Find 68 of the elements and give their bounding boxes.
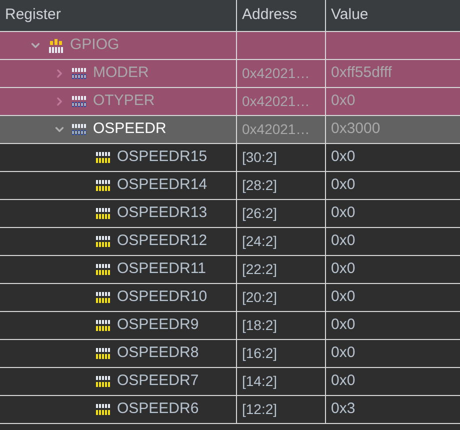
address-cell-text: [28:2] xyxy=(242,176,278,195)
register-row[interactable]: OSPEEDR11 [22:2] 0x0 xyxy=(0,256,460,284)
register-name: OSPEEDR15 xyxy=(117,147,208,168)
register-row[interactable]: OSPEEDR7 [14:2] 0x0 xyxy=(0,368,460,396)
peripheral-icon xyxy=(48,38,64,52)
address-cell-text: [22:2] xyxy=(242,260,278,279)
register-name: MODER xyxy=(93,63,149,84)
value-cell-text: 0x0 xyxy=(331,287,356,308)
bit-field-icon xyxy=(96,264,111,275)
address-cell-text: [26:2] xyxy=(242,204,278,223)
register-row[interactable]: OSPEEDR14 [28:2] 0x0 xyxy=(0,172,460,200)
register-name: OSPEEDR9 xyxy=(117,315,199,336)
bit-field-icon xyxy=(96,320,111,331)
value-cell-text: 0x0 xyxy=(331,259,356,280)
value-cell-text: 0x0 xyxy=(331,147,356,168)
address-cell-text: [24:2] xyxy=(242,232,278,251)
address-cell-text: [16:2] xyxy=(242,344,278,363)
value-cell-text: 0x0 xyxy=(331,91,356,112)
address-cell-text: [18:2] xyxy=(242,316,278,335)
bit-field-icon xyxy=(96,236,111,247)
register-row[interactable]: OSPEEDR15 [30:2] 0x0 xyxy=(0,144,460,172)
bit-field-icon xyxy=(96,180,111,191)
register-row[interactable]: OSPEEDR12 [24:2] 0x0 xyxy=(0,228,460,256)
address-cell-text: [12:2] xyxy=(242,400,278,419)
address-cell-text: [14:2] xyxy=(242,372,278,391)
value-cell-text: 0x0 xyxy=(331,343,356,364)
register-name: OSPEEDR8 xyxy=(117,343,199,364)
register-bits-icon xyxy=(72,68,87,79)
column-header[interactable]: Register xyxy=(0,0,237,31)
register-row[interactable]: OSPEEDR9 [18:2] 0x0 xyxy=(0,312,460,340)
register-name: OSPEEDR13 xyxy=(117,203,208,224)
value-cell-text: 0x0 xyxy=(331,203,356,224)
register-row[interactable]: OSPEEDR13 [26:2] 0x0 xyxy=(0,200,460,228)
bit-field-icon xyxy=(96,376,111,387)
register-row[interactable]: OSPEEDR6 [12:2] 0x3 xyxy=(0,396,460,424)
value-cell-text: 0x3000 xyxy=(331,119,380,140)
register-row[interactable]: OSPEEDR8 [16:2] 0x0 xyxy=(0,340,460,368)
value-cell-text: 0x0 xyxy=(331,231,356,252)
register-bits-icon xyxy=(72,124,87,135)
register-name: OSPEEDR11 xyxy=(117,259,206,280)
register-name: OSPEEDR xyxy=(93,119,166,140)
bit-field-icon xyxy=(96,152,111,163)
address-cell-text: 0x42021… xyxy=(242,92,310,111)
value-cell-text: 0x3 xyxy=(331,399,356,420)
bit-field-icon xyxy=(96,404,111,415)
register-bits-icon xyxy=(72,96,87,107)
address-cell-text: [20:2] xyxy=(242,288,278,307)
column-header[interactable]: Value xyxy=(326,0,460,31)
address-cell-text: [30:2] xyxy=(242,148,278,167)
register-row[interactable]: OSPEEDR 0x42021… 0x3000 xyxy=(0,116,460,144)
register-name: OSPEEDR10 xyxy=(117,287,208,308)
column-header[interactable]: Address xyxy=(237,0,326,31)
bit-field-icon xyxy=(96,292,111,303)
value-cell-text: 0x0 xyxy=(331,175,356,196)
register-row[interactable]: OSPEEDR10 [20:2] 0x0 xyxy=(0,284,460,312)
register-name: OTYPER xyxy=(93,91,155,112)
value-cell-text: 0x0 xyxy=(331,371,356,392)
register-name: OSPEEDR12 xyxy=(117,231,208,252)
register-name: OSPEEDR14 xyxy=(117,175,208,196)
register-name: OSPEEDR6 xyxy=(117,399,199,420)
address-cell-text: 0x42021… xyxy=(242,120,310,139)
register-name: OSPEEDR7 xyxy=(117,371,199,392)
value-cell-text: 0x0 xyxy=(331,315,356,336)
register-name: GPIOG xyxy=(70,35,120,56)
bit-field-icon xyxy=(96,348,111,359)
address-cell-text: 0x42021… xyxy=(242,64,310,83)
bit-field-icon xyxy=(96,208,111,219)
value-cell-text: 0xff55dfff xyxy=(331,63,392,84)
